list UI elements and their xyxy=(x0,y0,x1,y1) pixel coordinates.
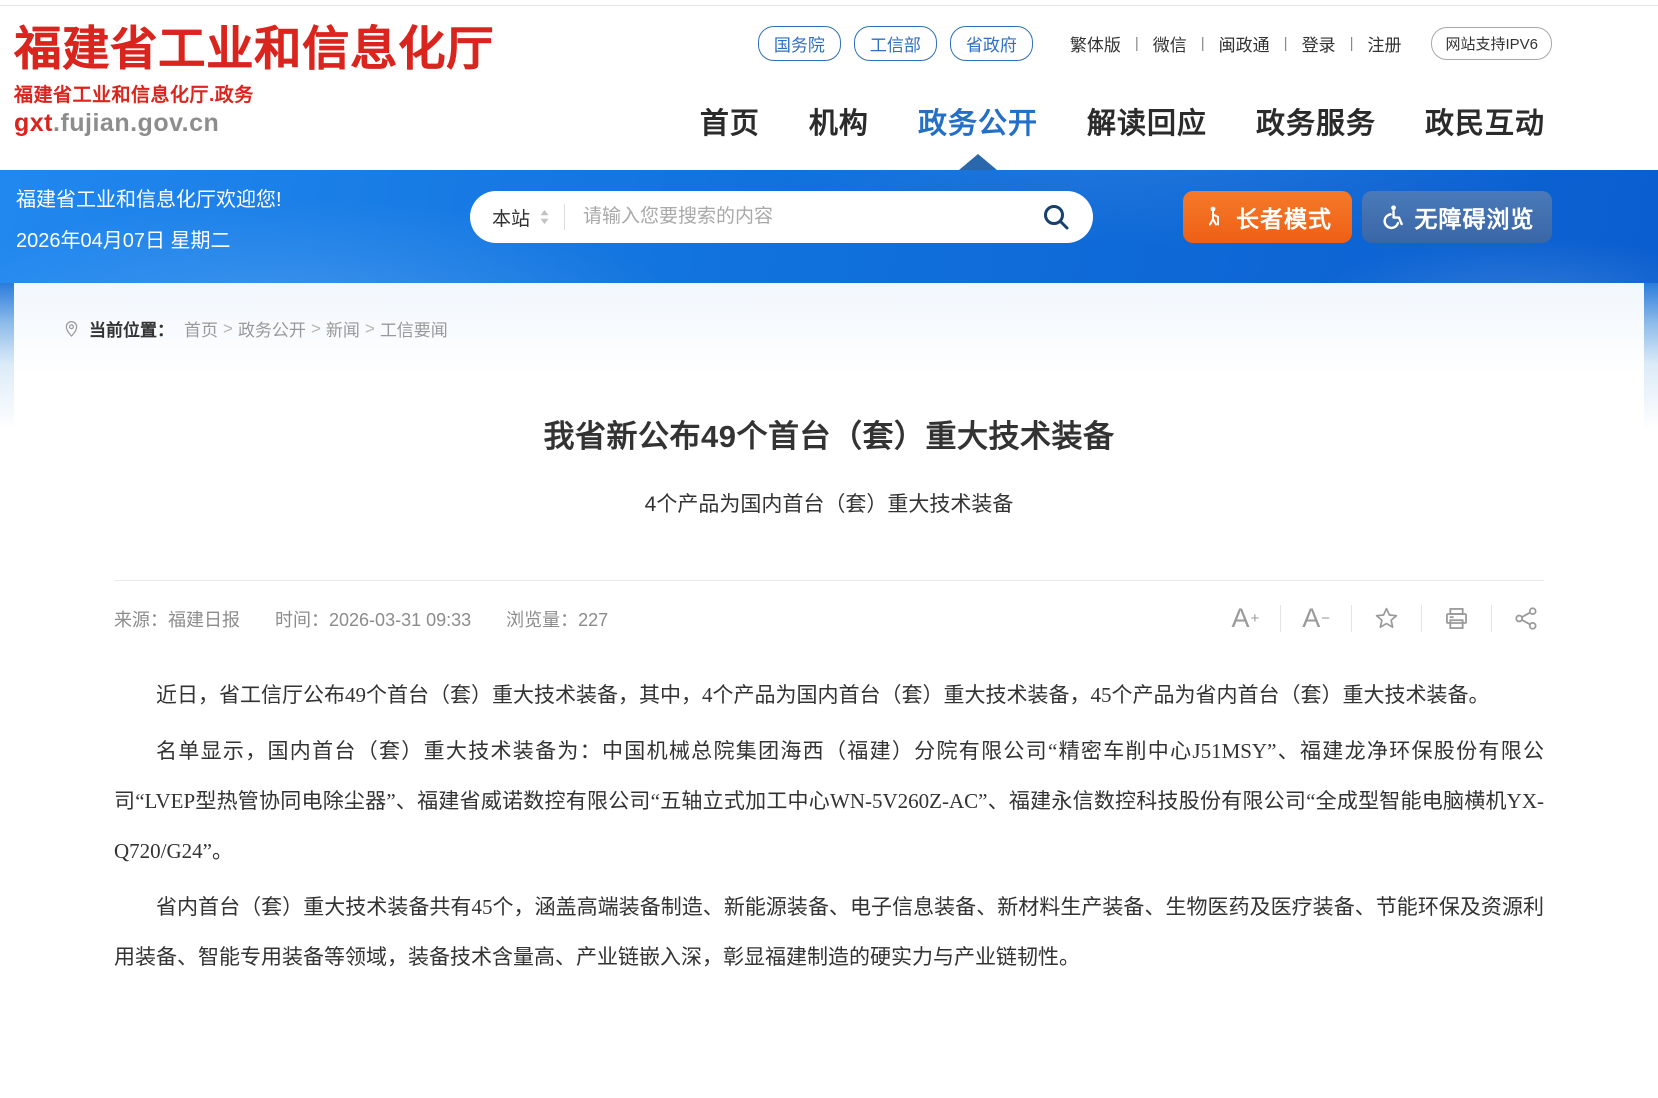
link-provincial-gov[interactable]: 省政府 xyxy=(950,26,1033,61)
link-minzhengtong[interactable]: 闽政通 xyxy=(1219,31,1270,56)
search-scope-select[interactable]: 本站 xyxy=(492,204,550,231)
link-miit[interactable]: 工信部 xyxy=(854,26,937,61)
date-text: 2026年04月07日 星期二 xyxy=(16,221,282,262)
meta-source: 来源：福建日报 xyxy=(114,610,240,630)
crumb-news[interactable]: 新闻 xyxy=(326,316,360,341)
accessibility-label: 无障碍浏览 xyxy=(1415,200,1535,234)
plus-sign: + xyxy=(1250,611,1259,626)
crumb-home[interactable]: 首页 xyxy=(184,316,218,341)
crumb-separator: > xyxy=(223,319,233,339)
breadcrumb-label: 当前位置： xyxy=(89,316,174,341)
nav-item-services[interactable]: 政务服务 xyxy=(1256,100,1376,170)
crumb-separator: > xyxy=(365,319,375,339)
accessibility-button[interactable]: 无障碍浏览 xyxy=(1362,191,1552,243)
nav-item-gov-info[interactable]: 政务公开 xyxy=(918,100,1038,170)
link-login[interactable]: 登录 xyxy=(1302,31,1336,56)
elder-mode-button[interactable]: 长者模式 xyxy=(1183,191,1352,243)
star-icon xyxy=(1373,605,1400,632)
crumb-gov-info[interactable]: 政务公开 xyxy=(238,316,306,341)
site-url-rest: .fujian.gov.cn xyxy=(53,109,219,137)
search-scope-value: 本站 xyxy=(492,204,530,231)
main-nav: 首页 机构 政务公开 解读回应 政务服务 政民互动 xyxy=(651,100,1545,170)
print-button[interactable] xyxy=(1421,605,1491,632)
crumb-industry-news[interactable]: 工信要闻 xyxy=(380,316,448,341)
wheelchair-icon xyxy=(1380,204,1406,230)
site-url: gxt.fujian.gov.cn xyxy=(14,109,494,138)
meta-time: 时间：2026-03-31 09:33 xyxy=(275,610,471,630)
utility-links: 繁体版 | 微信 | 闽政通 | 登录 | 注册 xyxy=(1070,31,1402,56)
printer-icon xyxy=(1443,605,1470,632)
font-letter: A xyxy=(1302,605,1320,632)
site-title: 福建省工业和信息化厅 xyxy=(14,24,494,77)
paragraph-1: 近日，省工信厅公布49个首台（套）重大技术装备，其中，4个产品为国内首台（套）重… xyxy=(114,670,1544,720)
font-decrease-button[interactable]: A− xyxy=(1280,605,1351,632)
link-separator: | xyxy=(1284,35,1288,52)
site-subtitle: 福建省工业和信息化厅.政务 xyxy=(14,80,494,107)
link-register[interactable]: 注册 xyxy=(1367,31,1401,56)
location-pin-icon xyxy=(62,319,81,338)
meta-views: 浏览量：227 xyxy=(506,610,608,630)
article-tools: A+ A− xyxy=(1210,605,1544,632)
crumb-separator: > xyxy=(311,319,321,339)
site-logo[interactable]: 福建省工业和信息化厅 福建省工业和信息化厅.政务 gxt.fujian.gov.… xyxy=(14,24,494,138)
sort-arrows-icon xyxy=(539,209,550,225)
article-meta-row: 来源：福建日报 时间：2026-03-31 09:33 浏览量：227 A+ A… xyxy=(114,581,1544,632)
search-input[interactable] xyxy=(581,205,1031,229)
paragraph-2: 名单显示，国内首台（套）重大技术装备为：中国机械总院集团海西（福建）分院有限公司… xyxy=(114,726,1544,876)
banner: 福建省工业和信息化厅欢迎您! 2026年04月07日 星期二 本站 长者模式 无… xyxy=(0,170,1658,283)
share-button[interactable] xyxy=(1491,605,1544,632)
article-meta: 来源：福建日报 时间：2026-03-31 09:33 浏览量：227 xyxy=(114,606,638,632)
link-state-council[interactable]: 国务院 xyxy=(758,26,841,61)
breadcrumb: 当前位置： 首页 > 政务公开 > 新闻 > 工信要闻 xyxy=(14,283,1644,341)
elder-mode-label: 长者模式 xyxy=(1236,200,1332,234)
search-bar: 本站 xyxy=(470,191,1093,243)
article: 我省新公布49个首台（套）重大技术装备 4个产品为国内首台（套）重大技术装备 来… xyxy=(14,411,1644,982)
banner-welcome: 福建省工业和信息化厅欢迎您! 2026年04月07日 星期二 xyxy=(16,180,282,262)
article-title: 我省新公布49个首台（套）重大技术装备 xyxy=(114,411,1544,456)
nav-item-home[interactable]: 首页 xyxy=(700,100,760,170)
link-separator: | xyxy=(1201,35,1205,52)
elder-person-icon xyxy=(1203,205,1227,229)
paragraph-3: 省内首台（套）重大技术装备共有45个，涵盖高端装备制造、新能源装备、电子信息装备… xyxy=(114,882,1544,982)
welcome-text: 福建省工业和信息化厅欢迎您! xyxy=(16,180,282,221)
search-button[interactable] xyxy=(1041,202,1071,232)
search-icon xyxy=(1041,202,1071,232)
content-card: 当前位置： 首页 > 政务公开 > 新闻 > 工信要闻 我省新公布49个首台（套… xyxy=(14,283,1644,1098)
search-divider xyxy=(564,204,565,230)
site-url-prefix: gxt xyxy=(14,109,53,137)
nav-item-interpretation[interactable]: 解读回应 xyxy=(1087,100,1207,170)
link-separator: | xyxy=(1350,35,1354,52)
article-subtitle: 4个产品为国内首台（套）重大技术装备 xyxy=(114,488,1544,518)
top-utility-bar: 国务院 工信部 省政府 繁体版 | 微信 | 闽政通 | 登录 | 注册 网站支… xyxy=(758,26,1552,61)
article-body: 近日，省工信厅公布49个首台（套）重大技术装备，其中，4个产品为国内首台（套）重… xyxy=(114,670,1544,982)
minus-sign: − xyxy=(1321,611,1330,626)
link-traditional-chinese[interactable]: 繁体版 xyxy=(1070,31,1121,56)
font-letter: A xyxy=(1231,605,1249,632)
favorite-button[interactable] xyxy=(1351,605,1421,632)
nav-item-organization[interactable]: 机构 xyxy=(809,100,869,170)
share-icon xyxy=(1513,605,1540,632)
site-header: 福建省工业和信息化厅 福建省工业和信息化厅.政务 gxt.fujian.gov.… xyxy=(0,0,1658,170)
content-background: 当前位置： 首页 > 政务公开 > 新闻 > 工信要闻 我省新公布49个首台（套… xyxy=(0,283,1658,1098)
font-increase-button[interactable]: A+ xyxy=(1210,605,1280,632)
link-separator: | xyxy=(1135,35,1139,52)
nav-item-interaction[interactable]: 政民互动 xyxy=(1425,100,1545,170)
link-wechat[interactable]: 微信 xyxy=(1153,31,1187,56)
ipv6-support-badge[interactable]: 网站支持IPV6 xyxy=(1431,27,1552,60)
